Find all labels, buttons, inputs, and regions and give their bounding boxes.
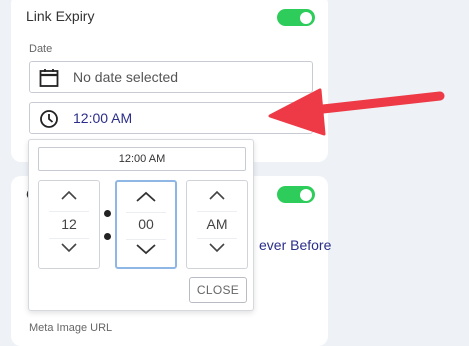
period-increment-button[interactable]: [187, 189, 247, 209]
minutes-decrement-button[interactable]: [117, 243, 175, 263]
period-spinner: AM: [186, 180, 248, 269]
time-field[interactable]: 12:00 AM: [29, 102, 313, 134]
time-value: 12:00 AM: [73, 110, 133, 126]
meta-image-url-label: Meta Image URL: [29, 322, 113, 334]
calendar-icon: [39, 69, 59, 87]
field-value-cut: ever Before: [259, 237, 332, 253]
chevron-up-icon: [209, 190, 225, 200]
minutes-spinner: 00: [115, 180, 177, 269]
date-label: Date: [29, 43, 53, 55]
toggle-knob: [300, 188, 312, 201]
spinner-divider: [196, 211, 238, 212]
spinner-divider: [48, 238, 90, 239]
period-value: AM: [206, 216, 228, 232]
minutes-value: 00: [138, 216, 154, 232]
section-toggle[interactable]: [277, 186, 315, 203]
colon-dot-bottom: [104, 233, 111, 240]
hours-increment-button[interactable]: [39, 189, 99, 209]
spinner-divider: [48, 211, 90, 212]
chevron-down-icon: [61, 243, 77, 253]
hours-value: 12: [61, 216, 77, 232]
spinner-divider: [126, 239, 166, 240]
period-decrement-button[interactable]: [187, 242, 247, 262]
hours-decrement-button[interactable]: [39, 242, 99, 262]
close-button[interactable]: CLOSE: [189, 277, 247, 303]
colon-dot-top: [104, 210, 111, 217]
link-expiry-toggle[interactable]: [277, 9, 315, 26]
link-expiry-title: Link Expiry: [26, 8, 95, 24]
date-value: No date selected: [73, 69, 179, 85]
chevron-down-icon: [209, 243, 225, 253]
hours-spinner: 12: [38, 180, 100, 269]
minutes-increment-button[interactable]: [117, 190, 175, 210]
clock-icon: [40, 110, 58, 128]
time-picker-display: 12:00 AM: [38, 147, 246, 171]
date-field[interactable]: No date selected: [29, 61, 313, 93]
spinner-divider: [126, 212, 166, 213]
chevron-down-icon: [136, 244, 156, 255]
spinner-divider: [196, 238, 238, 239]
chevron-up-icon: [61, 190, 77, 200]
toggle-knob: [300, 11, 312, 24]
chevron-up-icon: [136, 191, 156, 202]
time-picker-popup: 12:00 AM 12 00 AM CLOSE: [28, 139, 254, 311]
